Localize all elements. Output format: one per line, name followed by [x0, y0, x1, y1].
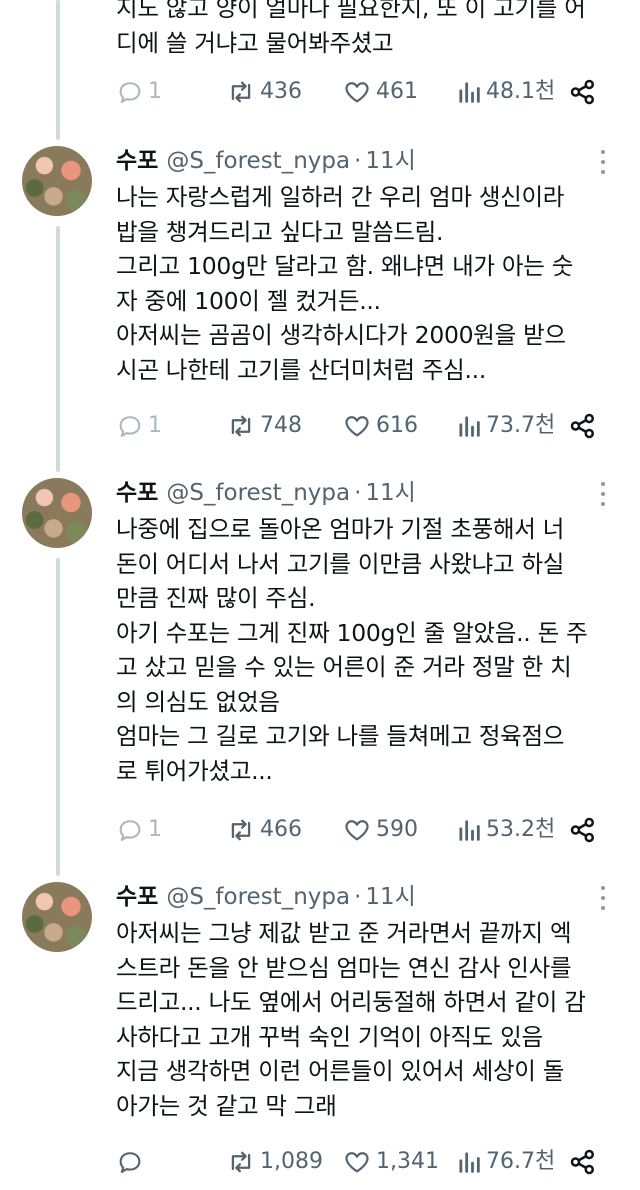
timestamp[interactable]: 11시 — [365, 148, 415, 174]
tweet-text: 나중에 집으로 돌아온 엄마가 기절 초풍해서 너 돈이 어디서 나서 고기를 … — [116, 515, 588, 785]
share-button[interactable] — [568, 1146, 602, 1178]
reply-button[interactable] — [116, 1146, 148, 1178]
more-options-icon[interactable] — [600, 482, 606, 506]
retweet-icon — [231, 81, 251, 103]
tweet-text: 아저씨는 그냥 제값 받고 준 거라면서 끝까지 엑 스트라 돈을 안 받으심 … — [116, 919, 586, 1120]
views-icon — [459, 820, 480, 841]
heart-icon — [345, 820, 369, 841]
timestamp[interactable]: 11시 — [365, 480, 415, 506]
display-name[interactable]: 수포 — [116, 480, 158, 506]
views-icon — [459, 416, 480, 437]
views-button[interactable]: 73.7천 — [456, 410, 555, 442]
heart-icon — [345, 1152, 369, 1173]
share-icon — [570, 413, 594, 439]
tweet-header: 수포 @S_forest_nypa · 11시 — [116, 882, 416, 912]
retweet-count: 1,089 — [260, 1149, 323, 1174]
retweet-button[interactable]: 436 — [226, 76, 302, 108]
retweet-icon — [231, 1151, 251, 1173]
reply-icon — [119, 820, 141, 841]
retweet-count: 436 — [260, 79, 302, 104]
separator: · — [354, 480, 362, 506]
views-icon — [459, 82, 480, 103]
reply-count: 1 — [148, 413, 162, 438]
share-button[interactable] — [568, 76, 602, 108]
reply-icon — [119, 1152, 141, 1173]
like-count: 590 — [376, 817, 418, 842]
like-count: 616 — [376, 413, 418, 438]
tweet-actions: 1 466 590 53.2천 — [116, 814, 616, 846]
tweet-header: 수포 @S_forest_nypa · 11시 — [116, 146, 416, 176]
avatar[interactable] — [22, 146, 92, 216]
tweet-actions: 1 436 461 48.1천 — [116, 76, 616, 108]
views-button[interactable]: 53.2천 — [456, 814, 555, 846]
reply-count: 1 — [148, 79, 162, 104]
heart-icon — [345, 82, 369, 103]
reply-button[interactable]: 1 — [116, 814, 162, 846]
separator: · — [354, 148, 362, 174]
views-icon — [459, 1152, 480, 1173]
view-count: 48.1천 — [486, 79, 556, 104]
tweet-partial[interactable]: 지도 않고 양이 얼마나 필요한지, 또 이 고기를 어 디에 쓸 거냐고 물어… — [0, 0, 640, 120]
tweet-text: 지도 않고 양이 얼마나 필요한지, 또 이 고기를 어 디에 쓸 거냐고 물어… — [116, 0, 586, 57]
views-button[interactable]: 48.1천 — [456, 76, 555, 108]
retweet-count: 466 — [260, 817, 302, 842]
tweet[interactable]: 수포 @S_forest_nypa · 11시 나중에 집으로 돌아온 엄마가 기절 … — [0, 478, 640, 858]
reply-count: 1 — [148, 817, 162, 842]
avatar[interactable] — [22, 882, 92, 952]
tweet-actions: 1,089 1,341 76.7천 — [116, 1146, 616, 1178]
retweet-button[interactable]: 466 — [226, 814, 302, 846]
more-options-icon[interactable] — [600, 150, 606, 174]
separator: · — [354, 884, 362, 910]
user-handle[interactable]: @S_forest_nypa — [166, 148, 350, 174]
view-count: 73.7천 — [486, 413, 556, 438]
view-count: 76.7천 — [486, 1149, 556, 1174]
reply-icon — [119, 416, 141, 437]
views-button[interactable]: 76.7천 — [456, 1146, 555, 1178]
tweet[interactable]: 수포 @S_forest_nypa · 11시 나는 자랑스럽게 일하러 간 우리 엄… — [0, 146, 640, 446]
retweet-icon — [231, 819, 251, 841]
retweet-button[interactable]: 748 — [226, 410, 302, 442]
retweet-button[interactable]: 1,089 — [226, 1146, 323, 1178]
heart-icon — [345, 416, 369, 437]
display-name[interactable]: 수포 — [116, 884, 158, 910]
tweet[interactable]: 수포 @S_forest_nypa · 11시 아저씨는 그냥 제값 받고 준 거라면… — [0, 882, 640, 1182]
share-button[interactable] — [568, 814, 602, 846]
retweet-icon — [231, 415, 251, 437]
share-icon — [570, 1149, 594, 1175]
tweet-header: 수포 @S_forest_nypa · 11시 — [116, 478, 416, 508]
reply-button[interactable]: 1 — [116, 76, 162, 108]
user-handle[interactable]: @S_forest_nypa — [166, 884, 350, 910]
like-button[interactable]: 616 — [342, 410, 418, 442]
like-count: 461 — [376, 79, 418, 104]
view-count: 53.2천 — [486, 817, 556, 842]
tweet-actions: 1 748 616 73.7천 — [116, 410, 616, 442]
display-name[interactable]: 수포 — [116, 148, 158, 174]
share-button[interactable] — [568, 410, 602, 442]
more-options-icon[interactable] — [600, 886, 606, 910]
share-icon — [570, 817, 594, 843]
like-button[interactable]: 590 — [342, 814, 418, 846]
like-button[interactable]: 1,341 — [342, 1146, 439, 1178]
like-button[interactable]: 461 — [342, 76, 418, 108]
share-icon — [570, 79, 594, 105]
retweet-count: 748 — [260, 413, 302, 438]
tweet-text: 나는 자랑스럽게 일하러 간 우리 엄마 생신이라 밥을 챙겨드리고 싶다고 말… — [116, 183, 574, 384]
timestamp[interactable]: 11시 — [365, 884, 415, 910]
like-count: 1,341 — [376, 1149, 439, 1174]
reply-icon — [119, 82, 141, 103]
reply-button[interactable]: 1 — [116, 410, 162, 442]
user-handle[interactable]: @S_forest_nypa — [166, 480, 350, 506]
avatar[interactable] — [22, 478, 92, 548]
